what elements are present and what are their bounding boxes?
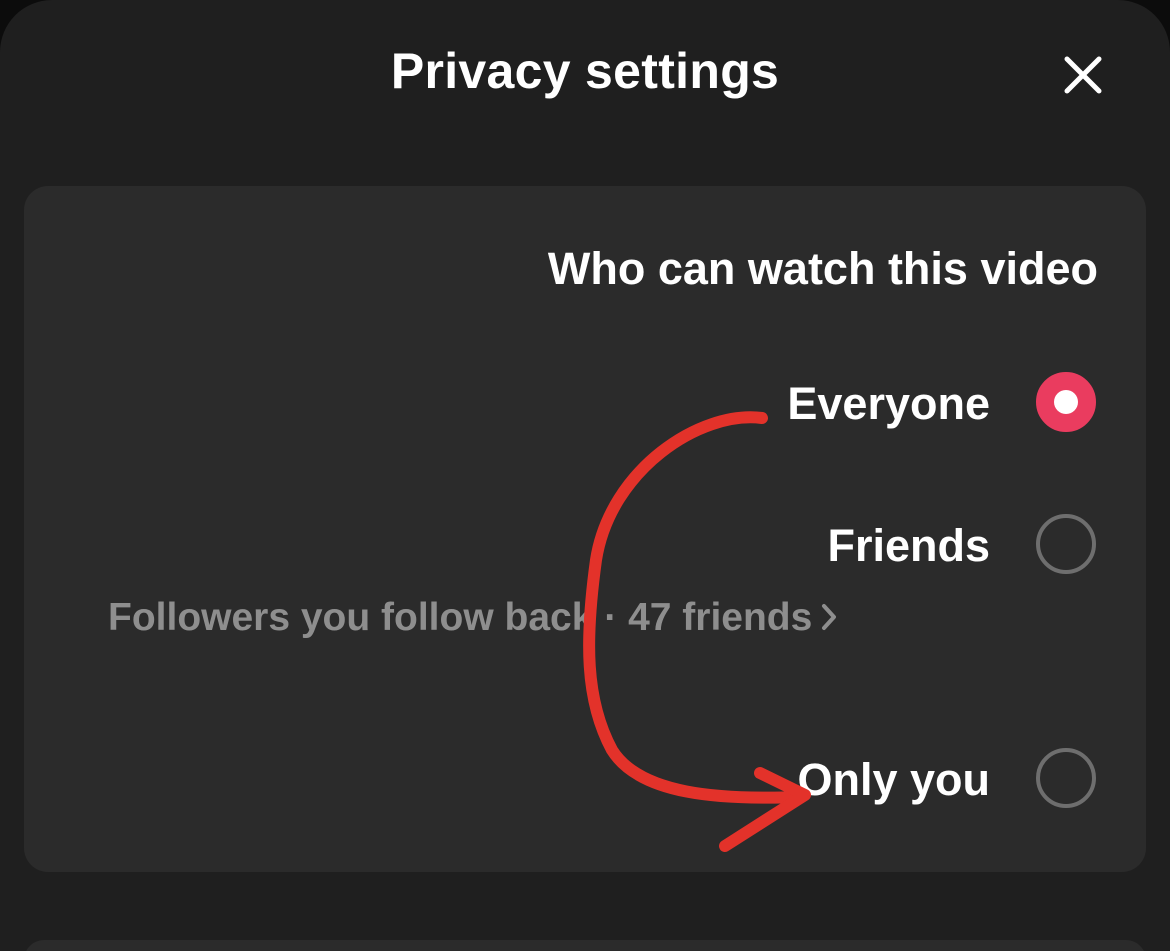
close-icon	[1064, 56, 1102, 94]
option-label: Everyone	[787, 378, 990, 429]
privacy-settings-sheet: Privacy settings Who can watch this vide…	[0, 0, 1170, 951]
radio-friends[interactable]	[1036, 514, 1096, 574]
section-title: Who can watch this video	[547, 243, 1098, 294]
friends-detail-text: Followers you follow back · 47 friends	[108, 596, 813, 639]
option-label: Friends	[827, 520, 990, 571]
page-title: Privacy settings	[390, 43, 780, 99]
friends-detail-link[interactable]: Followers you follow back · 47 friends	[108, 596, 838, 640]
next-card-partial	[24, 940, 1146, 951]
radio-everyone-selected[interactable]	[1036, 372, 1096, 432]
option-label: Only you	[797, 754, 990, 805]
option-only-you[interactable]: Only you	[396, 748, 1096, 814]
who-can-watch-card: Who can watch this video Everyone Friend…	[24, 186, 1146, 872]
radio-dot	[1054, 390, 1078, 414]
option-everyone[interactable]: Everyone	[396, 372, 1096, 438]
radio-only-you[interactable]	[1036, 748, 1096, 808]
chevron-right-icon	[822, 603, 837, 630]
option-friends[interactable]: Friends	[396, 514, 1096, 580]
close-button[interactable]	[1058, 50, 1108, 100]
